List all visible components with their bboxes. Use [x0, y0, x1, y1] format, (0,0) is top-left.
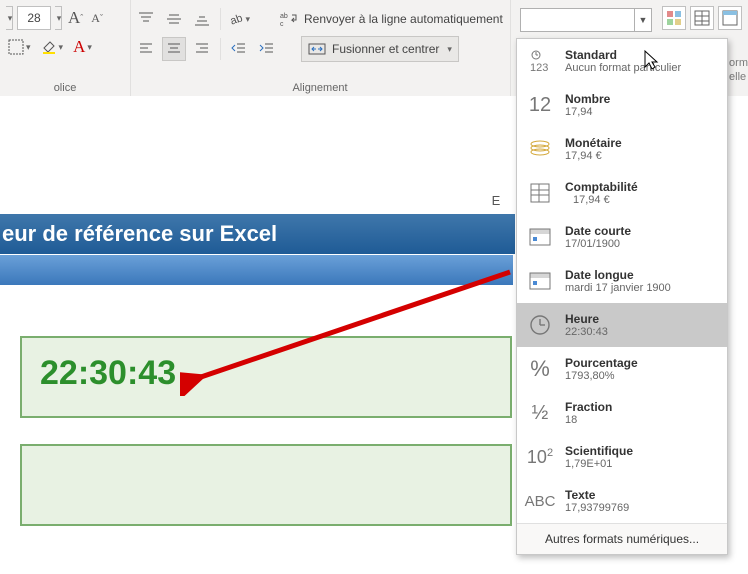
borders-button[interactable]: ▾ [6, 36, 33, 58]
format-as-table-button[interactable] [690, 6, 714, 30]
percentage-icon: % [525, 354, 555, 384]
table-icon [694, 10, 710, 26]
align-middle-icon [166, 11, 182, 27]
align-left-icon [138, 41, 154, 57]
svg-text:ab: ab [280, 13, 288, 20]
separator [220, 38, 221, 60]
align-center-icon [166, 41, 182, 57]
format-option-standard[interactable]: 123 StandardAucun format particulier [517, 39, 727, 83]
bucket-icon [41, 39, 57, 55]
cell-below[interactable] [20, 444, 512, 526]
format-option-scientific[interactable]: 102 Scientifique1,79E+01 [517, 435, 727, 479]
sheet-subtitle-row [0, 255, 513, 285]
format-option-number[interactable]: 12 Nombre17,94 [517, 83, 727, 127]
increase-indent-icon [259, 41, 275, 57]
align-bottom-button[interactable] [190, 7, 214, 31]
column-header-e[interactable]: E [478, 188, 514, 212]
ribbon-group-alignment: ab▾ abc Renvoyer à la ligne automatiquem… [130, 0, 511, 96]
text-icon: ABC [525, 486, 555, 516]
selected-cell[interactable]: 22:30:43 [20, 336, 512, 418]
svg-text:ab: ab [229, 12, 244, 27]
wrap-text-label: Renvoyer à la ligne automatiquement [304, 12, 503, 26]
align-bottom-icon [194, 11, 210, 27]
align-top-button[interactable] [134, 7, 158, 31]
mouse-cursor-icon [643, 49, 661, 71]
font-size-value: 28 [27, 11, 40, 25]
ribbon-group-font: ▾ 28 ▾ Aˆ Aˇ ▾ ▾ A▾ olice [0, 0, 131, 96]
scientific-icon: 102 [525, 442, 555, 472]
format-option-short-date[interactable]: Date courte17/01/1900 [517, 215, 727, 259]
align-left-button[interactable] [134, 37, 158, 61]
shrink-font-button[interactable]: Aˇ [89, 7, 105, 29]
cell-styles-button[interactable] [718, 6, 742, 30]
letter-a-big-icon: A [68, 8, 80, 28]
merge-center-label: Fusionner et centrer [332, 42, 439, 56]
grow-font-button[interactable]: Aˆ [66, 7, 85, 29]
conditional-format-icon [666, 10, 682, 26]
fill-color-button[interactable]: ▾ [39, 36, 66, 58]
align-middle-button[interactable] [162, 7, 186, 31]
number-format-dropdown: 123 StandardAucun format particulier 12 … [516, 38, 728, 555]
format-option-time[interactable]: Heure22:30:43 [517, 303, 727, 347]
long-date-icon [525, 266, 555, 296]
svg-text:c: c [280, 21, 284, 27]
accounting-icon [525, 178, 555, 208]
font-color-button[interactable]: A▾ [71, 36, 94, 58]
format-option-percentage[interactable]: % Pourcentage1793,80% [517, 347, 727, 391]
format-option-text[interactable]: ABC Texte17,93799769 [517, 479, 727, 523]
wrap-text-button[interactable]: abc Renvoyer à la ligne automatiquement [273, 6, 510, 32]
format-option-long-date[interactable]: Date longuemardi 17 janvier 1900 [517, 259, 727, 303]
separator [220, 8, 221, 30]
standard-icon: 123 [525, 46, 555, 76]
format-option-currency[interactable]: Monétaire17,94 € [517, 127, 727, 171]
orientation-button[interactable]: ab▾ [227, 7, 251, 31]
time-icon [525, 310, 555, 340]
conditional-format-button[interactable] [662, 6, 686, 30]
align-top-icon [138, 11, 154, 27]
currency-icon [525, 134, 555, 164]
cell-value: 22:30:43 [40, 354, 176, 393]
more-number-formats[interactable]: Autres formats numériques... [517, 523, 727, 554]
merge-center-button[interactable]: Fusionner et centrer ▾ [301, 36, 459, 62]
svg-text:123: 123 [530, 62, 548, 73]
increase-indent-button[interactable] [255, 37, 279, 61]
align-center-button[interactable] [162, 37, 186, 61]
font-name-dropdown-arrow[interactable]: ▾ [6, 6, 13, 30]
font-color-icon: A [73, 37, 85, 57]
align-right-button[interactable] [190, 37, 214, 61]
format-option-accounting[interactable]: Comptabilité17,94 € [517, 171, 727, 215]
truncated-text: ormelle [729, 56, 748, 84]
format-option-fraction[interactable]: ½ Fraction18 [517, 391, 727, 435]
decrease-indent-icon [231, 41, 247, 57]
align-right-icon [194, 41, 210, 57]
decrease-indent-button[interactable] [227, 37, 251, 61]
wrap-text-icon: abc [280, 11, 298, 27]
number-format-combo[interactable]: ▼ [520, 8, 652, 32]
sheet-title-row: eur de référence sur Excel [0, 214, 515, 254]
cell-styles-icon [722, 10, 738, 26]
chevron-down-icon: ▼ [634, 9, 651, 31]
borders-icon [8, 39, 24, 55]
fraction-icon: ½ [525, 398, 555, 428]
orientation-icon: ab [228, 11, 243, 27]
short-date-icon [525, 222, 555, 252]
merge-icon [308, 41, 326, 57]
group-label-font: olice [0, 82, 130, 94]
letter-a-small-icon: A [91, 11, 100, 26]
font-size-box[interactable]: 28 [17, 6, 51, 30]
group-label-alignment: Alignement [130, 82, 510, 94]
number-icon: 12 [525, 90, 555, 120]
font-size-dropdown-arrow[interactable]: ▾ [55, 6, 62, 30]
